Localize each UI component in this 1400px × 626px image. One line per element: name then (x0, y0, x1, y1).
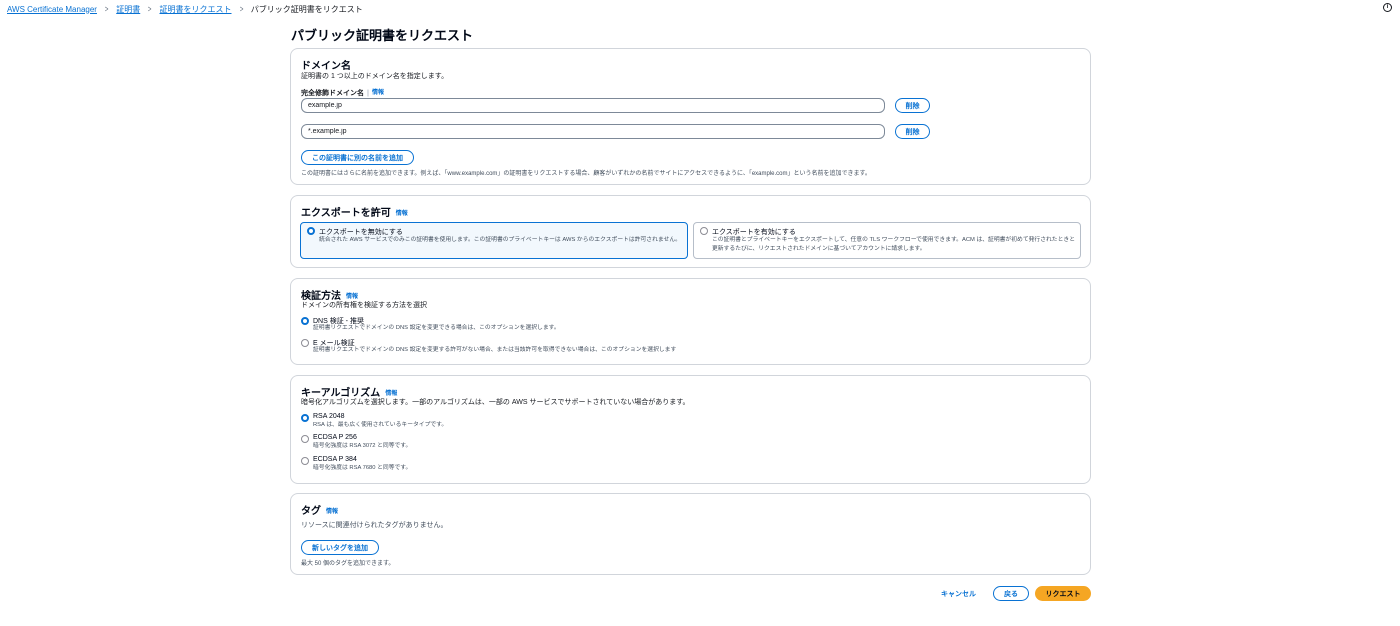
rsa-2048-description: RSA は、最も広く使用されているキータイプです。 (313, 422, 448, 428)
chevron-right-icon: > (148, 4, 152, 14)
export-disable-tile[interactable]: エクスポートを無効にする 統合された AWS サービスでのみこの証明書を使用しま… (300, 222, 688, 259)
domain-hint: この証明書にはさらに名前を追加できます。例えば、「www.example.com… (301, 171, 871, 177)
add-tag-button[interactable]: 新しいタグを追加 (301, 540, 379, 555)
remove-domain-1-button[interactable]: 削除 (895, 98, 930, 113)
domain-input-2[interactable] (301, 124, 885, 139)
breadcrumb-acm[interactable]: AWS Certificate Manager (7, 5, 97, 14)
dns-validation-radio[interactable] (301, 317, 309, 325)
export-title: エクスポートを許可 情報 (301, 204, 408, 219)
info-circle-icon[interactable]: i (1383, 3, 1392, 12)
ecdsa-p256-radio[interactable] (301, 435, 309, 443)
remove-domain-2-button[interactable]: 削除 (895, 124, 930, 139)
fqdn-label: 完全修飾ドメイン名 | 情報 (301, 90, 384, 97)
export-enable-description: この証明書とプライベートキーをエクスポートして、任意の TLS ワークフローで使… (712, 237, 1075, 252)
rsa-2048-label[interactable]: RSA 2048 (313, 413, 345, 420)
cancel-button[interactable]: キャンセル (941, 589, 976, 599)
ecdsa-p384-label[interactable]: ECDSA P 384 (313, 456, 357, 463)
ecdsa-p384-description: 暗号化強度は RSA 7680 と同等です。 (313, 465, 412, 471)
domain-title: ドメイン名 (301, 61, 351, 72)
export-panel: エクスポートを許可 情報 エクスポートを無効にする 統合された AWS サービスで… (290, 195, 1091, 268)
chevron-right-icon: > (104, 4, 109, 14)
email-validation-radio[interactable] (301, 339, 309, 347)
ecdsa-p384-radio[interactable] (301, 457, 309, 465)
request-button[interactable]: リクエスト (1035, 586, 1091, 601)
tags-panel: タグ 情報 リソースに関連付けられたタグがありません。 新しいタグを追加 最大 5… (290, 493, 1091, 575)
domain-description: 証明書の 1 つ以上のドメイン名を指定します。 (301, 73, 449, 80)
key-algorithm-panel: キーアルゴリズム 情報 暗号化アルゴリズムを選択します。一部のアルゴリズムは、一部… (290, 375, 1091, 484)
add-domain-name-button[interactable]: この証明書に別の名前を追加 (301, 150, 414, 165)
validation-description: ドメインの所有権を検証する方法を選択 (301, 302, 427, 309)
domain-input-1[interactable] (301, 98, 885, 113)
email-validation-description: 証明書リクエストでドメインの DNS 設定を変更する許可がない場合、または当該許… (313, 347, 677, 353)
key-algorithm-description: 暗号化アルゴリズムを選択します。一部のアルゴリズムは、一部の AWS サービスで… (301, 399, 690, 406)
breadcrumb-request[interactable]: 証明書をリクエスト (160, 4, 232, 15)
export-title-text: エクスポートを許可 (301, 208, 391, 219)
rsa-2048-radio[interactable] (301, 414, 309, 422)
export-enable-radio[interactable] (700, 227, 708, 235)
page-title: パブリック証明書をリクエスト (291, 28, 474, 43)
export-info-link[interactable]: 情報 (396, 211, 408, 217)
breadcrumb-certificates[interactable]: 証明書 (116, 4, 140, 15)
chevron-right-icon: > (239, 4, 243, 14)
tags-hint: 最大 50 個のタグを追加できます。 (301, 561, 395, 567)
export-disable-description: 統合された AWS サービスでのみこの証明書を使用します。この証明書のプライベー… (319, 237, 681, 243)
fqdn-label-text: 完全修飾ドメイン名 (301, 90, 364, 97)
export-disable-radio[interactable] (307, 227, 315, 235)
validation-panel: 検証方法 情報 ドメインの所有権を検証する方法を選択 DNS 検証 - 推奨 証明… (290, 278, 1091, 365)
ecdsa-p256-label[interactable]: ECDSA P 256 (313, 434, 357, 441)
breadcrumb-current: パブリック証明書をリクエスト (250, 4, 363, 14)
tags-title: タグ 情報 (301, 502, 338, 517)
domain-panel: ドメイン名 証明書の 1 つ以上のドメイン名を指定します。 完全修飾ドメイン名 |… (290, 48, 1091, 185)
tags-title-text: タグ (301, 506, 321, 517)
fqdn-info-link[interactable]: 情報 (372, 90, 384, 96)
back-button[interactable]: 戻る (993, 586, 1029, 601)
breadcrumb: AWS Certificate Manager > 証明書 > 証明書をリクエス… (0, 0, 1400, 18)
tags-description: リソースに関連付けられたタグがありません。 (301, 522, 448, 529)
export-enable-tile[interactable]: エクスポートを有効にする この証明書とプライベートキーをエクスポートして、任意の… (693, 222, 1081, 259)
tags-info-link[interactable]: 情報 (326, 509, 338, 515)
dns-validation-description: 証明書リクエストでドメインの DNS 設定を変更できる場合は、このオプションを選… (313, 325, 560, 331)
ecdsa-p256-description: 暗号化強度は RSA 3072 と同等です。 (313, 443, 412, 449)
